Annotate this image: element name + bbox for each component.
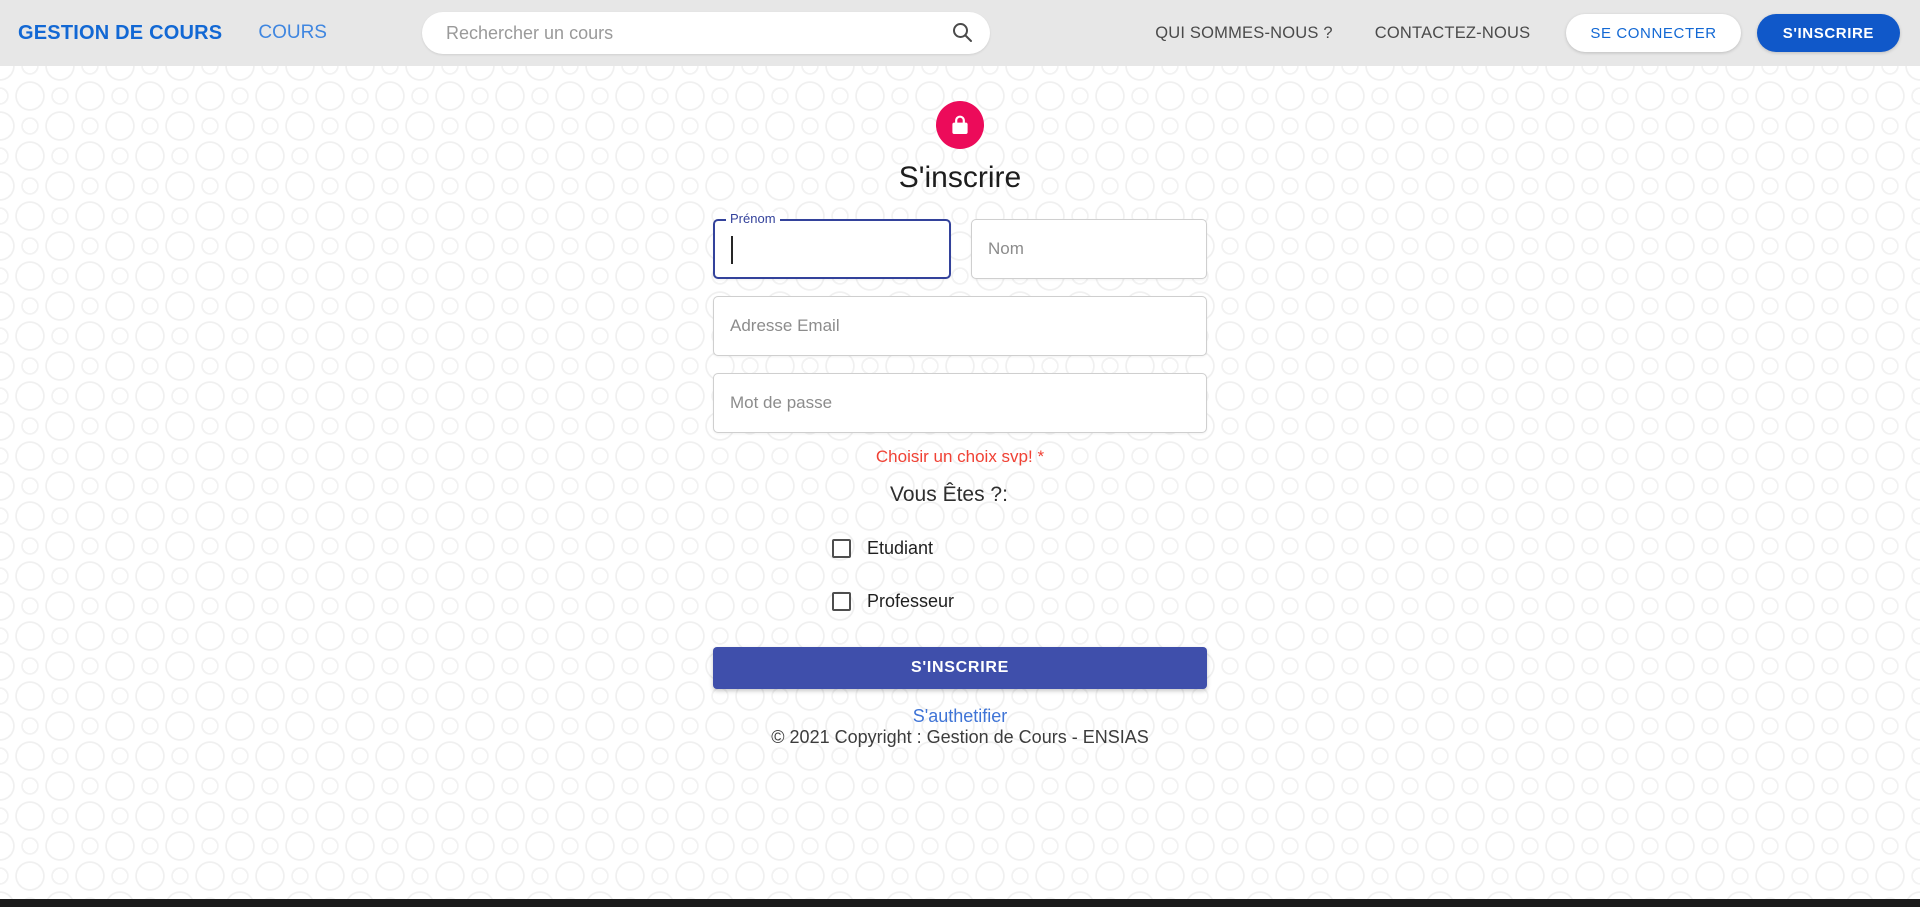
firstname-field-wrapper[interactable]: Prénom — [713, 212, 951, 279]
password-field-wrapper[interactable] — [713, 373, 1207, 433]
top-navigation-bar: GESTION DE COURS COURS QUI SOMMES-NOUS ?… — [0, 0, 1920, 66]
search-input[interactable] — [444, 21, 940, 45]
browser-bottom-edge — [0, 899, 1920, 907]
role-question-label: Vous Êtes ?: — [890, 483, 1008, 506]
text-caret — [731, 236, 733, 264]
search-bar[interactable] — [422, 12, 990, 54]
name-row: Prénom — [713, 212, 1207, 279]
error-text: Choisir un choix svp! — [875, 447, 1033, 466]
page-title: S'inscrire — [898, 161, 1022, 194]
required-asterisk: * — [1037, 447, 1045, 466]
search-button[interactable] — [940, 12, 984, 54]
choice-etudiant[interactable]: Etudiant — [832, 531, 933, 565]
email-field-wrapper[interactable] — [713, 296, 1207, 356]
submit-signup-button[interactable]: S'INSCRIRE — [713, 647, 1207, 689]
lastname-input[interactable] — [972, 220, 1206, 278]
role-choice-group: Etudiant Professeur — [713, 531, 1207, 637]
auth-link-row: S'authetifier — [713, 706, 1207, 727]
email-input[interactable] — [714, 297, 1206, 355]
form-body: Prénom Choisir un choix svp! * Vous Êtes… — [713, 212, 1207, 748]
choice-professeur[interactable]: Professeur — [832, 584, 954, 618]
signup-form-area: S'inscrire Prénom Choisir un choix svp! … — [0, 66, 1920, 748]
copyright-row: © 2021 Copyright : Gestion de Cours - EN… — [713, 727, 1207, 748]
nav-item-contact[interactable]: CONTACTEZ-NOUS — [1375, 24, 1531, 43]
brand-logo[interactable]: GESTION DE COURS — [18, 22, 222, 45]
choice-professeur-label: Professeur — [867, 590, 955, 611]
signup-button[interactable]: S'INSCRIRE — [1756, 14, 1900, 52]
nav-right-group: QUI SOMMES-NOUS ? CONTACTEZ-NOUS SE CONN… — [1155, 0, 1900, 66]
login-redirect-link[interactable]: S'authetifier — [713, 706, 1207, 727]
nav-item-about[interactable]: QUI SOMMES-NOUS ? — [1155, 24, 1333, 43]
validation-error-message: Choisir un choix svp! * — [713, 447, 1207, 467]
login-button[interactable]: SE CONNECTER — [1566, 14, 1741, 52]
password-input[interactable] — [714, 374, 1206, 432]
lock-icon — [936, 101, 984, 149]
choice-etudiant-label: Etudiant — [867, 537, 934, 558]
copyright-text: © 2021 Copyright : Gestion de Cours - EN… — [771, 727, 1149, 747]
checkbox-etudiant[interactable] — [832, 538, 851, 558]
nav-item-cours[interactable]: COURS — [258, 22, 327, 44]
firstname-input[interactable] — [715, 221, 949, 277]
search-icon — [950, 20, 974, 47]
checkbox-professeur[interactable] — [832, 591, 851, 611]
lastname-field-wrapper[interactable] — [971, 219, 1207, 279]
